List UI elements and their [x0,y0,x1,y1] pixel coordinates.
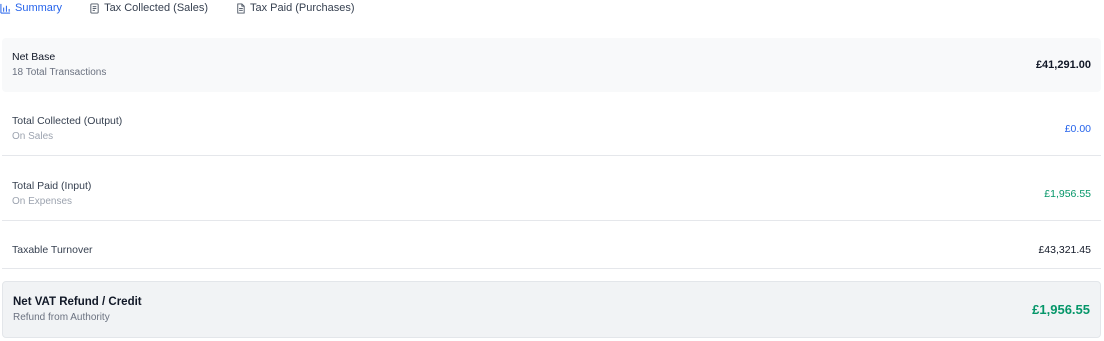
tab-tax-collected-label: Tax Collected (Sales) [104,2,208,14]
total-paid-title: Total Paid (Input) [12,179,92,192]
net-vat-subtitle: Refund from Authority [13,311,110,323]
net-base-title: Net Base [12,51,56,63]
net-base-amount: £41,291.00 [1035,59,1091,71]
bar-chart-icon [0,3,11,14]
taxable-turnover-title: Taxable Turnover [12,244,93,256]
net-vat-text: Net VAT Refund / Credit Refund from Auth… [13,295,142,325]
tab-summary-label: Summary [15,2,63,14]
tab-bar: Summary Tax Collected (Sales) Tax Paid (… [0,0,382,16]
net-base-subtitle: 18 Total Transactions [12,67,107,78]
total-collected-title: Total Collected (Output) [12,114,123,127]
tab-tax-collected[interactable]: Tax Collected (Sales) [89,2,208,14]
document-icon [235,2,246,14]
total-collected-amount: £0.00 [1064,122,1091,135]
net-base-text: Net Base 18 Total Transactions [12,50,106,80]
tab-tax-paid-label: Tax Paid (Purchases) [250,2,355,14]
tab-tax-paid[interactable]: Tax Paid (Purchases) [235,2,355,14]
receipt-icon [89,2,100,14]
total-collected-subtitle: On Sales [12,130,54,142]
net-vat-title: Net VAT Refund / Credit [13,295,142,308]
total-paid-amount: £1,956.55 [1044,187,1091,200]
net-vat-row: Net VAT Refund / Credit Refund from Auth… [2,281,1101,338]
total-paid-subtitle: On Expenses [12,195,73,207]
total-collected-text: Total Collected (Output) On Sales [12,114,122,144]
taxable-turnover-amount: £43,321.45 [1038,244,1091,256]
tab-summary[interactable]: Summary [0,2,62,14]
net-base-row: Net Base 18 Total Transactions £41,291.0… [2,38,1101,92]
total-collected-row: Total Collected (Output) On Sales £0.00 [2,102,1101,156]
total-paid-row: Total Paid (Input) On Expenses £1,956.55 [2,167,1101,221]
net-vat-amount: £1,956.55 [1032,302,1090,317]
taxable-turnover-row: Taxable Turnover £43,321.45 [2,232,1101,269]
total-paid-text: Total Paid (Input) On Expenses [12,179,91,209]
